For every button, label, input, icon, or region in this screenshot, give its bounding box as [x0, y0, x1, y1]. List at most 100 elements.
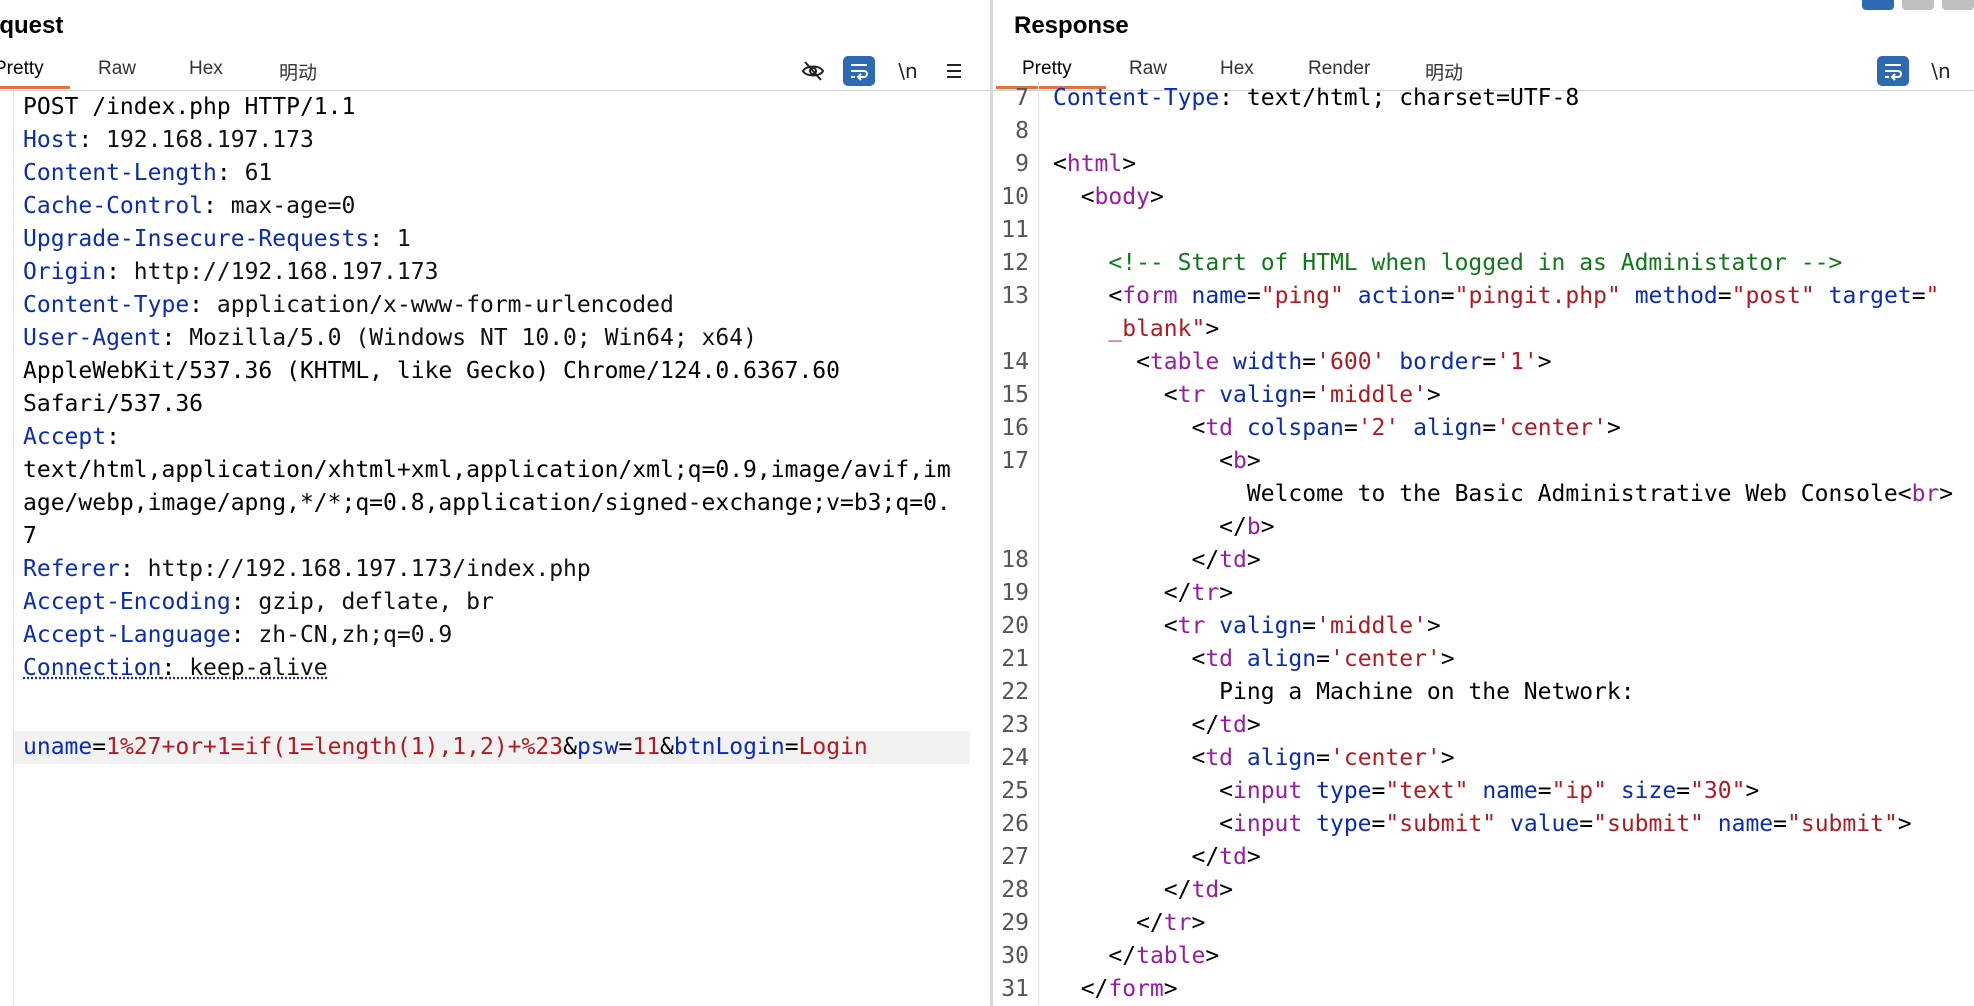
code-line: <td align='center'> — [1053, 745, 1455, 771]
editor-gutter — [13, 91, 14, 1006]
editor-gutter — [1038, 82, 1039, 1006]
code-line: </td> — [1053, 547, 1261, 573]
code-line: <html> — [1053, 151, 1137, 177]
line-number: 8 — [1015, 118, 1029, 144]
header-content-type: Content-Type: application/x-www-form-url… — [23, 292, 674, 318]
layout-split-icon[interactable] — [1862, 0, 1894, 10]
code-line: <tr valign='middle'> — [1053, 613, 1441, 639]
tab-raw[interactable]: Raw — [98, 58, 136, 80]
header-accept-language: Accept-Language: zh-CN,zh;q=0.9 — [23, 622, 453, 648]
line-number: 29 — [1001, 910, 1029, 936]
code-line: _blank"> — [1108, 316, 1220, 342]
tab-hex[interactable]: Hex — [189, 58, 223, 80]
tab-hex[interactable]: Hex — [1220, 58, 1254, 80]
wrap-icon — [851, 64, 868, 81]
header-origin: Origin: http://192.168.197.173 — [23, 259, 439, 285]
header-accept-value: text/html,application/xhtml+xml,applicat… — [23, 457, 951, 483]
header-user-agent: User-Agent: Mozilla/5.0 (Windows NT 10.0… — [23, 325, 757, 351]
show-newlines-button[interactable]: \n — [892, 56, 924, 86]
code-line: </td> — [1053, 712, 1261, 738]
request-panel-title: equest — [0, 12, 64, 39]
line-number: 24 — [1001, 745, 1029, 771]
tab-inspector[interactable]: 明动 — [1425, 58, 1463, 85]
code-line: <input type="text" name="ip" size="30"> — [1053, 778, 1760, 804]
line-number: 30 — [1001, 943, 1029, 969]
code-line: <b> — [1053, 448, 1261, 474]
header-accept-encoding: Accept-Encoding: gzip, deflate, br — [23, 589, 494, 615]
tab-raw[interactable]: Raw — [1129, 58, 1167, 80]
line-number: 13 — [1001, 283, 1029, 309]
code-line: <input type="submit" value="submit" name… — [1053, 811, 1912, 837]
hamburger-icon — [947, 64, 961, 78]
menu-button[interactable] — [938, 56, 970, 86]
line-number: 10 — [1001, 184, 1029, 210]
request-panel: equest Pretty Raw Hex 明动 \n P — [0, 0, 990, 1006]
line-number: 27 — [1001, 844, 1029, 870]
code-line: <td align='center'> — [1053, 646, 1455, 672]
code-line: </form> — [1053, 976, 1178, 1002]
code-line: Content-Type: text/html; charset=UTF-8 — [1053, 85, 1580, 111]
header-referer: Referer: http://192.168.197.173/index.ph… — [23, 556, 591, 582]
tab-inspector[interactable]: 明动 — [279, 58, 317, 85]
layout-vertical-icon[interactable] — [1942, 0, 1974, 10]
code-line: <table width='600' border='1'> — [1053, 349, 1552, 375]
line-number: 26 — [1001, 811, 1029, 837]
line-number: 20 — [1001, 613, 1029, 639]
line-number: 23 — [1001, 712, 1029, 738]
header-content-length: Content-Length: 61 — [23, 160, 273, 186]
code-comment: <!-- Start of HTML when logged in as Adm… — [1108, 250, 1843, 276]
code-line: <body> — [1053, 184, 1164, 210]
header-cache-control: Cache-Control: max-age=0 — [23, 193, 356, 219]
line-number: 22 — [1001, 679, 1029, 705]
line-number: 17 — [1001, 448, 1029, 474]
line-number: 7 — [1015, 85, 1029, 111]
code-line: </td> — [1053, 877, 1234, 903]
tab-pretty[interactable]: Pretty — [1022, 58, 1072, 80]
line-number: 19 — [1001, 580, 1029, 606]
header-user-agent-cont: AppleWebKit/537.36 (KHTML, like Gecko) C… — [23, 358, 840, 384]
layout-toggle-group — [1854, 0, 1974, 10]
header-user-agent-cont: Safari/537.36 — [23, 391, 204, 417]
line-number: 18 — [1001, 547, 1029, 573]
line-number: 14 — [1001, 349, 1029, 375]
code-line: </table> — [1053, 943, 1220, 969]
code-line: Ping a Machine on the Network: — [1219, 679, 1635, 705]
line-number: 11 — [1001, 217, 1029, 243]
code-line: </tr> — [1053, 580, 1234, 606]
line-number: 16 — [1001, 415, 1029, 441]
header-connection: Connection: keep-alive — [23, 655, 328, 681]
tab-pretty[interactable]: Pretty — [0, 58, 44, 80]
hide-headers-button[interactable] — [797, 56, 829, 86]
code-line: </b> — [1053, 514, 1275, 540]
header-host: Host: 192.168.197.173 — [23, 127, 314, 153]
header-accept-value: 7 — [23, 523, 37, 549]
line-number: 9 — [1015, 151, 1029, 177]
header-accept: Accept: — [23, 424, 120, 450]
response-editor[interactable]: 7 8 9 10 11 12 13 14 15 16 17 18 19 20 2… — [993, 82, 1974, 1006]
header-accept-value: age/webp,image/apng,*/*;q=0.8,applicatio… — [23, 490, 951, 516]
wrap-icon — [1885, 64, 1902, 81]
wrap-lines-button[interactable] — [843, 56, 875, 86]
header-upgrade-insecure: Upgrade-Insecure-Requests: 1 — [23, 226, 411, 252]
line-number: 12 — [1001, 250, 1029, 276]
active-tab-indicator — [0, 86, 70, 89]
line-number: 15 — [1001, 382, 1029, 408]
response-panel-title: Response — [1014, 12, 1129, 39]
eye-slash-icon — [801, 61, 825, 81]
layout-horizontal-icon[interactable] — [1902, 0, 1934, 10]
code-line: Welcome to the Basic Administrative Web … — [1246, 481, 1954, 507]
code-line: </td> — [1053, 844, 1261, 870]
code-line: </tr> — [1053, 910, 1206, 936]
request-line: POST /index.php HTTP/1.1 — [23, 94, 356, 120]
line-number: 21 — [1001, 646, 1029, 672]
request-body: uname=1%27+or+1=if(1=length(1),1,2)+%23&… — [23, 734, 868, 760]
code-line: <td colspan='2' align='center'> — [1053, 415, 1621, 441]
line-number: 31 — [1001, 976, 1029, 1002]
request-tabs: Pretty Raw Hex 明动 — [0, 50, 990, 90]
code-line: <form name="ping" action="pingit.php" me… — [1053, 283, 1940, 309]
response-panel: Response Pretty Raw Hex Render 明动 \n 7 8… — [993, 0, 1974, 1006]
request-editor[interactable]: POST /index.php HTTP/1.1 Host: 192.168.1… — [0, 91, 990, 1006]
code-line: <tr valign='middle'> — [1053, 382, 1441, 408]
tab-render[interactable]: Render — [1308, 58, 1370, 80]
line-number: 28 — [1001, 877, 1029, 903]
